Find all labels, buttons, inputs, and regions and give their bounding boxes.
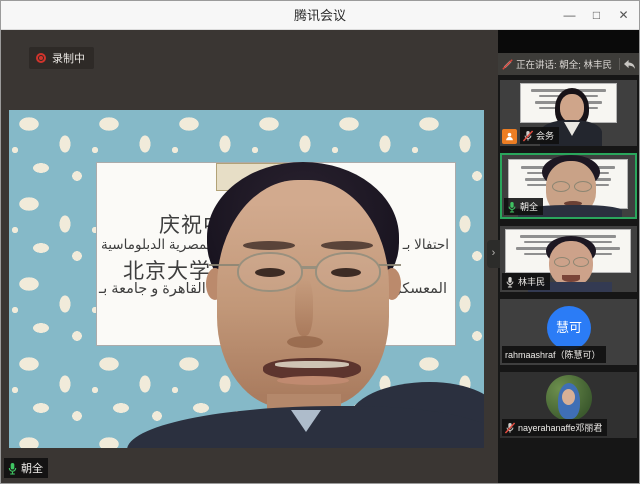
back-arrow-icon[interactable] [623, 59, 636, 70]
glasses-lens [573, 257, 589, 267]
participant-tile-linfengmin[interactable]: 林丰民 [500, 226, 637, 292]
participant-name-label: rahmaashraf（陈慧可） [502, 346, 606, 363]
avatar-photo-face [562, 389, 575, 405]
participant-tile-chaoquan[interactable]: 朝全 [500, 153, 637, 219]
close-button[interactable]: ✕ [610, 1, 637, 30]
tencent-meeting-window: 腾讯会议 — □ ✕ 录制中 庆祝中国埃 الصينية المصرية الد… [0, 0, 640, 484]
host-badge [502, 129, 517, 144]
participant-name: 会务 [536, 129, 554, 142]
glasses-lens [554, 257, 570, 267]
speaking-indicator-bar: 正在讲话: 朝全; 林丰民 [498, 53, 639, 75]
main-speaker-name: 朝全 [21, 460, 43, 476]
minimize-button[interactable]: — [556, 1, 583, 30]
divider [619, 58, 620, 70]
recording-label: 录制中 [52, 50, 85, 66]
speaker-eyebrow [243, 241, 295, 250]
person-icon [505, 132, 514, 141]
participant-name-label: 朝全 [504, 198, 543, 215]
speaker-teeth [275, 361, 349, 368]
participant-tile-nayera[interactable]: nayerahanaffe邓丽君 [500, 372, 637, 438]
slide-title-ar-right: احتفالا بـ [403, 237, 449, 253]
speaker-lip [277, 376, 349, 385]
mic-muted-icon [523, 130, 533, 142]
participant-tile-huiwu[interactable]: 会务 [500, 80, 637, 146]
sidebar-top-strip [498, 30, 639, 53]
speaker-eye [331, 268, 361, 277]
person-face [560, 94, 584, 122]
participant-name: nayerahanaffe邓丽君 [518, 421, 602, 434]
sidebar-collapse-handle[interactable]: › [487, 240, 500, 268]
avatar [546, 375, 592, 421]
glasses-lens [574, 181, 592, 192]
mic-active-icon [507, 201, 517, 213]
participant-name: 朝全 [520, 200, 538, 213]
speaker-nose-base [287, 336, 323, 348]
recording-badge[interactable]: 录制中 [29, 47, 94, 69]
avatar-initials: 慧可 [556, 320, 582, 335]
chevron-right-icon: › [492, 247, 496, 259]
window-title: 腾讯会议 [1, 1, 639, 30]
participant-name: 林丰民 [518, 275, 545, 288]
person-mouth [562, 275, 580, 282]
glasses-bridge [301, 266, 317, 269]
glasses-temple [209, 264, 239, 266]
glasses-temple [379, 264, 401, 266]
annotation-off-icon[interactable] [502, 59, 513, 70]
mic-active-icon [7, 462, 18, 475]
main-speaker-video[interactable]: 庆祝中国埃 الصينية المصرية الدبلوماسية احتفال… [9, 110, 484, 448]
participant-list: 会务 [498, 75, 639, 438]
speaker-eye [255, 268, 285, 277]
speaker-eyebrow [321, 241, 373, 250]
main-speaker-name-label: 朝全 [4, 458, 48, 478]
participant-name-label: 林丰民 [502, 273, 550, 290]
participant-name-label: 会务 [520, 127, 559, 144]
record-icon [36, 53, 46, 63]
speaker-nose [295, 278, 313, 336]
glasses-lens [552, 181, 570, 192]
mic-on-icon [505, 276, 515, 288]
mic-muted-icon [505, 422, 515, 434]
participant-tile-rahmaashraf[interactable]: 慧可 rahmaashraf（陈慧可） [500, 299, 637, 365]
titlebar[interactable]: 腾讯会议 — □ ✕ [1, 1, 639, 30]
speaking-now-label: 正在讲话: 朝全; 林丰民 [516, 57, 612, 71]
maximize-button[interactable]: □ [583, 1, 610, 30]
meeting-content: 录制中 庆祝中国埃 الصينية المصرية الدبلوماسية اح… [1, 30, 639, 483]
avatar: 慧可 [547, 306, 591, 350]
window-controls: — □ ✕ [556, 1, 637, 30]
participants-sidebar: 正在讲话: 朝全; 林丰民 [498, 30, 639, 483]
main-video-area[interactable]: 录制中 庆祝中国埃 الصينية المصرية الدبلوماسية اح… [1, 30, 498, 483]
participant-name: rahmaashraf（陈慧可） [505, 348, 601, 361]
participant-name-label: nayerahanaffe邓丽君 [502, 419, 607, 436]
